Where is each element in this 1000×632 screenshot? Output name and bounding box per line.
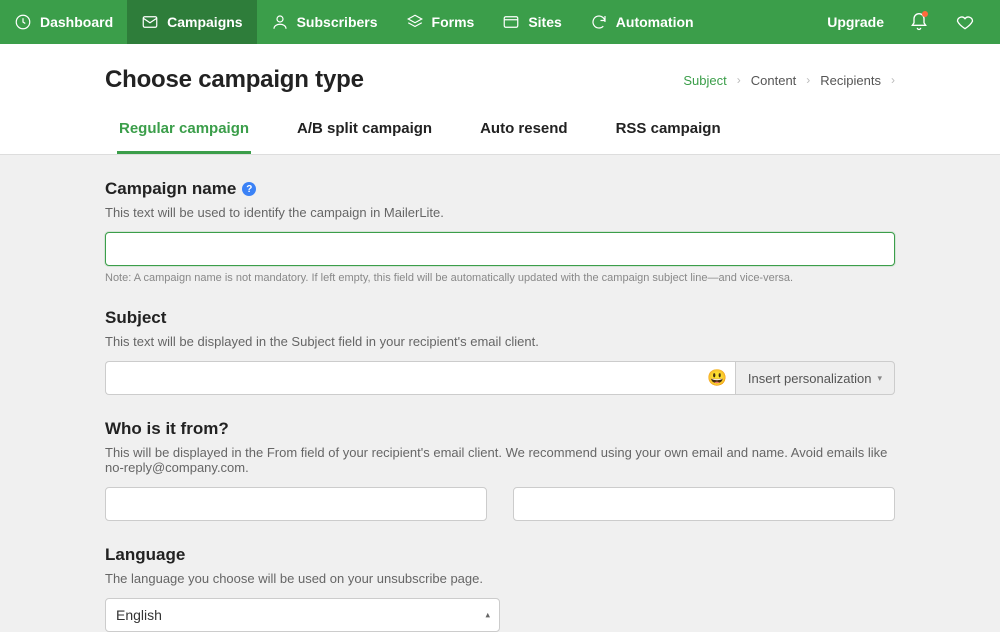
campaign-name-note: Note: A campaign name is not mandatory. …	[105, 272, 895, 284]
breadcrumb-step-content[interactable]: Content	[751, 73, 797, 88]
chevron-right-icon: ›	[737, 73, 741, 87]
top-nav: Dashboard Campaigns Subscribers Forms Si…	[0, 0, 1000, 44]
language-title: Language	[105, 545, 895, 565]
section-subject: Subject This text will be displayed in t…	[105, 308, 895, 395]
breadcrumb-step-recipients[interactable]: Recipients	[820, 73, 881, 88]
nav-item-sites[interactable]: Sites	[488, 0, 575, 44]
subject-desc: This text will be displayed in the Subje…	[105, 334, 895, 349]
campaign-name-desc: This text will be used to identify the c…	[105, 205, 895, 220]
notifications-button[interactable]	[908, 11, 930, 33]
nav-label: Subscribers	[297, 14, 378, 30]
nav-item-automation[interactable]: Automation	[576, 0, 708, 44]
section-title-text: Campaign name	[105, 179, 236, 199]
insert-personalization-button[interactable]: Insert personalization ▾	[735, 361, 895, 395]
section-from: Who is it from? This will be displayed i…	[105, 419, 895, 521]
nav-label: Dashboard	[40, 14, 113, 30]
browser-icon	[502, 13, 520, 31]
form-body: Campaign name ? This text will be used t…	[0, 155, 1000, 632]
caret-down-icon: ▾	[877, 373, 882, 384]
campaign-name-title: Campaign name ?	[105, 179, 895, 199]
nav-item-campaigns[interactable]: Campaigns	[127, 0, 256, 44]
campaign-name-input[interactable]	[105, 232, 895, 266]
from-email-input[interactable]	[513, 487, 895, 521]
nav-label: Campaigns	[167, 14, 242, 30]
page-header: Choose campaign type Subject › Content ›…	[0, 44, 1000, 155]
page-title: Choose campaign type	[105, 66, 364, 94]
chevron-right-icon: ›	[891, 73, 895, 87]
breadcrumb: Subject › Content › Recipients ›	[683, 73, 895, 88]
emoji-picker-button[interactable]: 😃	[707, 368, 727, 388]
user-icon	[271, 13, 289, 31]
tab-rss[interactable]: RSS campaign	[614, 120, 723, 154]
nav-right: Upgrade	[827, 0, 984, 44]
nav-item-dashboard[interactable]: Dashboard	[0, 0, 127, 44]
tab-regular[interactable]: Regular campaign	[117, 120, 251, 154]
chevron-right-icon: ›	[806, 73, 810, 87]
tab-ab-split[interactable]: A/B split campaign	[295, 120, 434, 154]
layers-icon	[406, 13, 424, 31]
subject-input[interactable]	[105, 361, 735, 395]
language-desc: The language you choose will be used on …	[105, 571, 895, 586]
nav-item-subscribers[interactable]: Subscribers	[257, 0, 392, 44]
nav-item-forms[interactable]: Forms	[392, 0, 489, 44]
from-name-input[interactable]	[105, 487, 487, 521]
tab-auto-resend[interactable]: Auto resend	[478, 120, 570, 154]
notification-dot-icon	[922, 11, 928, 17]
breadcrumb-step-subject[interactable]: Subject	[683, 73, 726, 88]
nav-label: Forms	[432, 14, 475, 30]
refresh-icon	[590, 13, 608, 31]
help-icon[interactable]: ?	[242, 182, 256, 196]
campaign-type-tabs: Regular campaign A/B split campaign Auto…	[105, 120, 895, 154]
mail-icon	[141, 13, 159, 31]
clock-icon	[14, 13, 32, 31]
section-campaign-name: Campaign name ? This text will be used t…	[105, 179, 895, 284]
favorites-button[interactable]	[954, 11, 976, 33]
nav-label: Automation	[616, 14, 694, 30]
from-desc: This will be displayed in the From field…	[105, 445, 895, 475]
personalize-label: Insert personalization	[748, 371, 872, 386]
section-language: Language The language you choose will be…	[105, 545, 895, 632]
nav-label: Sites	[528, 14, 561, 30]
from-title: Who is it from?	[105, 419, 895, 439]
upgrade-link[interactable]: Upgrade	[827, 14, 884, 30]
subject-title: Subject	[105, 308, 895, 328]
language-select[interactable]: English	[105, 598, 500, 632]
